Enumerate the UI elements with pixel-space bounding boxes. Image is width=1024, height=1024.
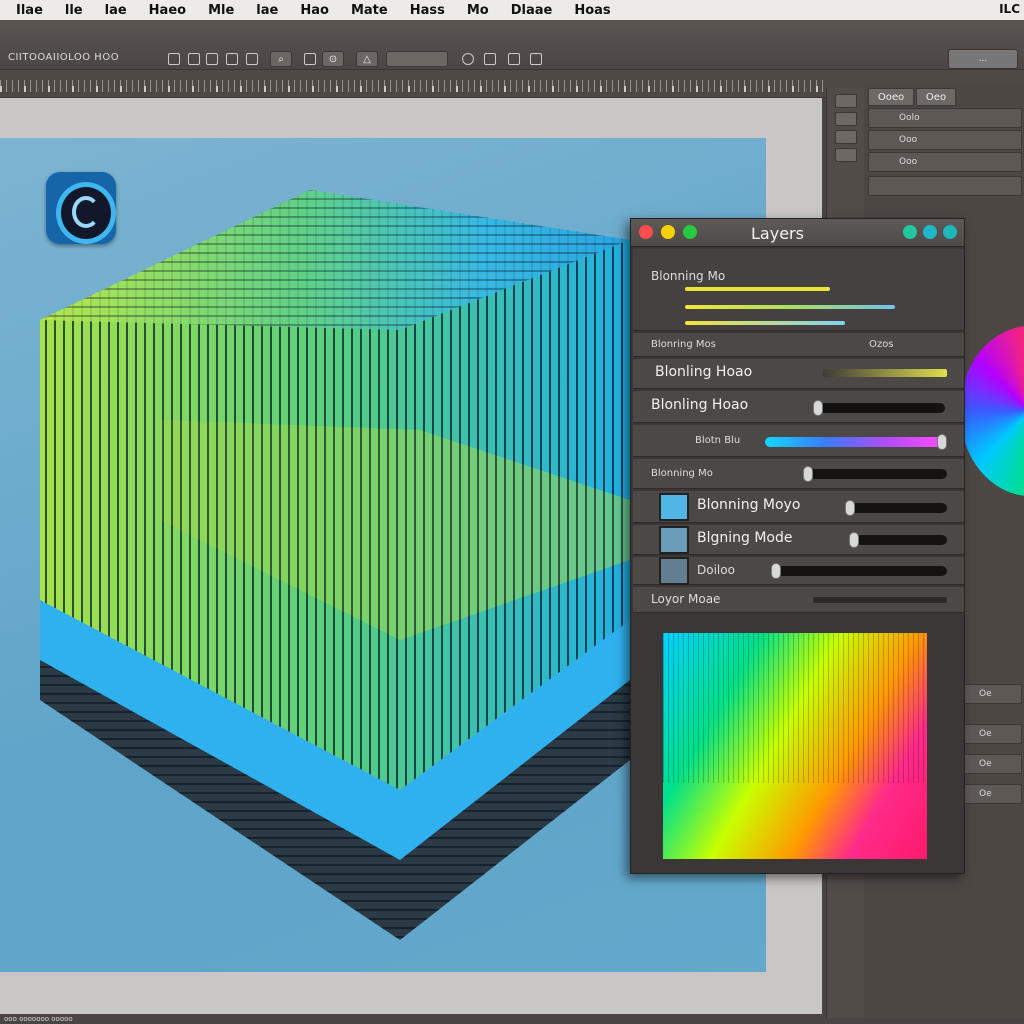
blending-options-row: Blonning Mo xyxy=(633,249,964,331)
gradient-bar xyxy=(685,305,895,309)
slider-knob[interactable] xyxy=(771,563,781,579)
row-small-right: Ozos xyxy=(869,339,894,350)
tool-icon[interactable] xyxy=(835,148,857,162)
layer-row-6[interactable]: Blgning Mode xyxy=(633,525,964,555)
hue-slider[interactable] xyxy=(765,434,947,450)
tool-icon[interactable] xyxy=(530,53,542,65)
blending-label: Blonning Mo xyxy=(651,269,726,283)
panel-row[interactable]: Oolo xyxy=(868,108,1022,128)
layer-row-header: Blonring Mos Ozos xyxy=(633,333,964,357)
layer-row-4[interactable]: Blonning Mo xyxy=(633,459,964,489)
tool-icon[interactable] xyxy=(484,53,496,65)
layer-row-1[interactable]: Blonling Hoao xyxy=(633,359,964,389)
layer-thumbnail[interactable] xyxy=(659,493,689,521)
menu-item-3[interactable]: lae xyxy=(105,3,127,18)
panel-row[interactable]: Ooo xyxy=(868,130,1022,150)
slider-knob[interactable] xyxy=(849,532,859,548)
tool-button-wide[interactable] xyxy=(386,51,448,67)
menu-item-2[interactable]: lle xyxy=(65,3,83,18)
tool-icon[interactable] xyxy=(246,53,258,65)
layer-slider[interactable] xyxy=(813,400,945,416)
yellow-bar xyxy=(685,287,830,291)
layer-row-3[interactable]: Blotn Blu xyxy=(633,425,964,457)
menu-item-5[interactable]: Mle xyxy=(208,3,234,18)
menu-item-9[interactable]: Hass xyxy=(410,3,445,18)
menu-item-1[interactable]: Ilae xyxy=(16,3,43,18)
layer-slider[interactable] xyxy=(803,466,947,482)
menu-item-11[interactable]: Dlaae xyxy=(511,3,553,18)
layer-thumbnail[interactable] xyxy=(659,526,689,554)
tool-icon[interactable] xyxy=(835,112,857,126)
menu-bar: Ilae lle lae Haeo Mle lae Hao Mate Hass … xyxy=(0,0,1024,20)
app-logo-icon[interactable] xyxy=(46,172,116,244)
menu-item-12[interactable]: Hoas xyxy=(574,3,610,18)
status-bar xyxy=(0,1014,822,1024)
app-window: Ilae lle lae Haeo Mle lae Hao Mate Hass … xyxy=(0,0,1024,1024)
row-small-left: Blonring Mos xyxy=(651,339,716,350)
layer-label: Loyor Moae xyxy=(651,592,721,606)
tool-icon[interactable] xyxy=(188,53,200,65)
tool-icon[interactable] xyxy=(226,53,238,65)
panel-row[interactable]: Ooo xyxy=(868,152,1022,172)
panel-tab-2[interactable]: Oeo xyxy=(916,88,956,106)
layers-titlebar[interactable]: Layers xyxy=(631,219,964,247)
layer-label: Blgning Mode xyxy=(697,530,793,546)
menu-item-4[interactable]: Haeo xyxy=(149,3,186,18)
tool-button-shape[interactable]: △ xyxy=(356,51,378,67)
layer-row-5[interactable]: Blonning Moyo xyxy=(633,491,964,523)
slider-knob[interactable] xyxy=(937,434,947,450)
toolbar-label: CIITOOAIIOLOO HOO xyxy=(8,52,120,63)
layer-label: Blonning Moyo xyxy=(697,497,801,513)
slider-knob[interactable] xyxy=(813,400,823,416)
menu-right-status: ILC xyxy=(999,2,1020,16)
layers-panel: Layers Blonning Mo Blonring Mos Ozos Blo… xyxy=(630,218,965,874)
tool-icon[interactable] xyxy=(304,53,316,65)
menu-item-10[interactable]: Mo xyxy=(467,3,489,18)
layer-label: Doiloo xyxy=(697,563,735,577)
tool-button-target[interactable]: ⊙ xyxy=(322,51,344,67)
layer-label: Blonning Mo xyxy=(651,468,713,479)
layer-label: Blotn Blu xyxy=(695,435,741,446)
layer-label: Blonling Hoao xyxy=(655,364,753,380)
circle-icon[interactable] xyxy=(462,53,474,65)
layer-preview-lines xyxy=(663,633,927,783)
tool-icon[interactable] xyxy=(835,94,857,108)
close-button[interactable] xyxy=(639,225,653,239)
tool-icon[interactable] xyxy=(168,53,180,65)
menu-item-6[interactable]: lae xyxy=(256,3,278,18)
panel-row[interactable] xyxy=(868,176,1022,196)
opacity-bar[interactable] xyxy=(823,369,947,377)
panel-tab-1[interactable]: Ooeo xyxy=(868,88,914,106)
menu-item-7[interactable]: Hao xyxy=(300,3,329,18)
tool-icon[interactable] xyxy=(206,53,218,65)
layer-row-7[interactable]: Doiloo xyxy=(633,557,964,585)
tool-button-search[interactable]: ⌕ xyxy=(270,51,292,67)
menu-item-8[interactable]: Mate xyxy=(351,3,388,18)
tool-icon[interactable] xyxy=(835,130,857,144)
slider-knob[interactable] xyxy=(845,500,855,516)
panel-option-icon[interactable] xyxy=(943,225,957,239)
layer-bar xyxy=(813,597,947,603)
layers-title: Layers xyxy=(751,224,804,243)
status-text: ooo ooooooo ooooo xyxy=(4,1015,73,1023)
layer-slider[interactable] xyxy=(849,532,947,548)
layer-thumbnail[interactable] xyxy=(659,557,689,585)
layer-row-8[interactable]: Loyor Moae xyxy=(633,587,964,613)
layer-slider[interactable] xyxy=(845,500,947,516)
panel-option-icon[interactable] xyxy=(923,225,937,239)
layer-slider[interactable] xyxy=(771,563,947,579)
tool-icon[interactable] xyxy=(508,53,520,65)
toolbar-right-button[interactable]: ... xyxy=(948,49,1018,69)
options-toolbar: CIITOOAIIOLOO HOO ⌕ ⊙ △ ... xyxy=(0,20,1024,70)
layer-row-2[interactable]: Blonling Hoao xyxy=(633,391,964,423)
maximize-button[interactable] xyxy=(683,225,697,239)
slider-knob[interactable] xyxy=(803,466,813,482)
minimize-button[interactable] xyxy=(661,225,675,239)
gradient-bar-2 xyxy=(685,321,845,325)
panel-option-icon[interactable] xyxy=(903,225,917,239)
layer-label: Blonling Hoao xyxy=(651,397,749,413)
horizontal-ruler-marks xyxy=(0,86,826,92)
